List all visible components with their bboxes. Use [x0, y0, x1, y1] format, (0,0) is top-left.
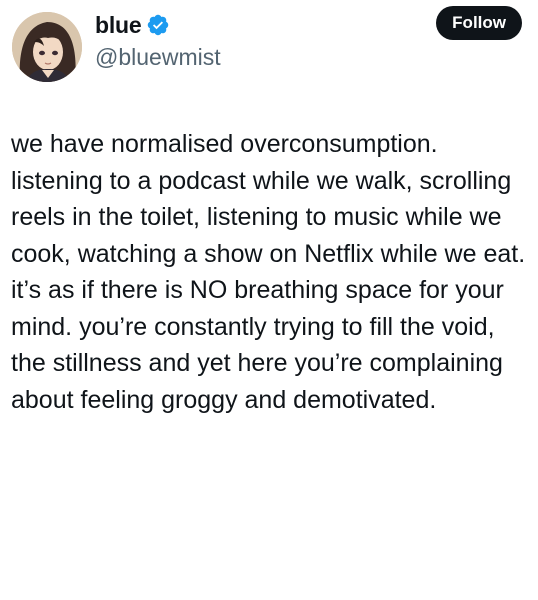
author-handle[interactable]: @bluewmist — [95, 44, 221, 71]
author-name-row: blue — [95, 10, 170, 40]
avatar[interactable] — [12, 12, 82, 82]
tweet-card: blue @bluewmist Follow we have normalise… — [0, 0, 538, 600]
author-display-name[interactable]: blue — [95, 12, 142, 39]
verified-badge-icon — [146, 13, 170, 37]
follow-button[interactable]: Follow — [436, 6, 522, 40]
avatar-illustration — [12, 12, 82, 82]
tweet-body-text: we have normalised overconsumption. list… — [11, 130, 526, 414]
